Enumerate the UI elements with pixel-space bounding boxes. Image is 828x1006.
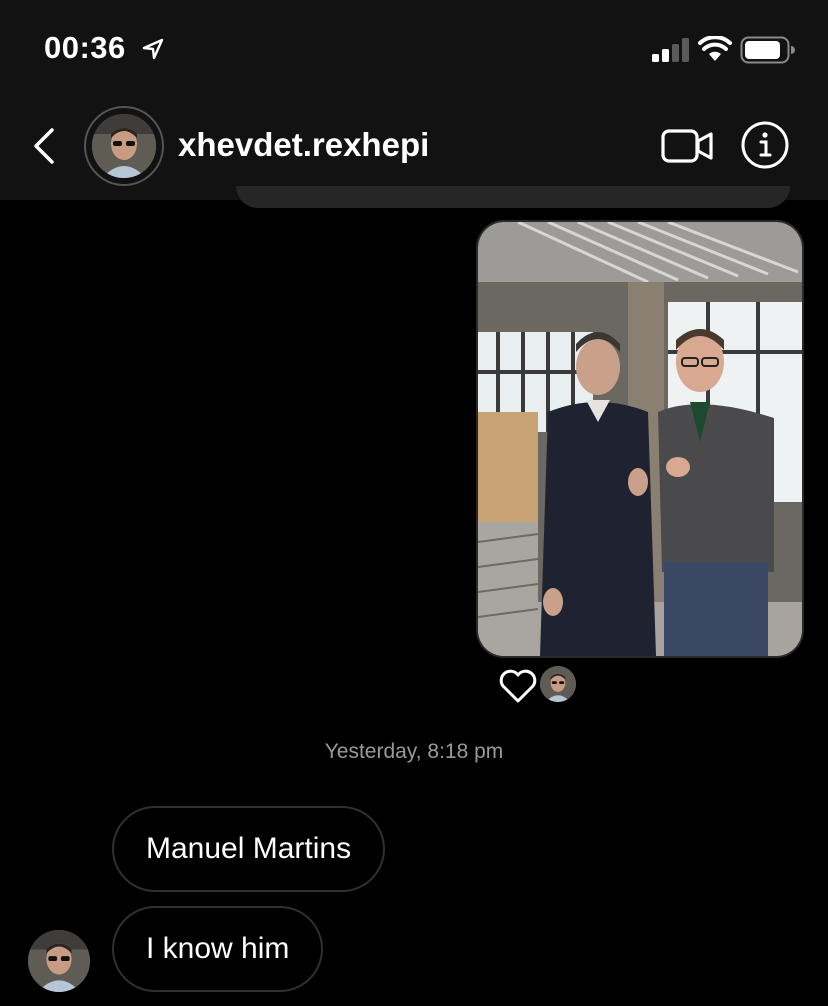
video-call-icon[interactable] [660,126,714,166]
wifi-icon [698,36,732,61]
clock-time: 00:36 [44,30,126,65]
message-text: I know him [146,932,290,965]
status-bar: 00:36 [0,0,828,96]
back-chevron-icon[interactable] [30,124,58,168]
info-icon[interactable] [740,120,790,170]
location-arrow-icon [142,38,164,60]
sender-avatar[interactable] [28,930,90,992]
photo-message[interactable] [476,220,804,658]
received-message-bubble[interactable]: I know him [112,906,324,992]
previous-message-edge [236,186,790,208]
profile-avatar[interactable] [84,106,164,186]
message-text: Manuel Martins [146,832,352,865]
message-timestamp: Yesterday, 8:18 pm [324,740,504,763]
heart-icon[interactable] [498,668,538,704]
reactor-avatar[interactable] [540,666,576,702]
conversation-header: xhevdet.rexhepi [0,96,828,200]
conversation-username[interactable]: xhevdet.rexhepi [178,126,429,164]
received-message-bubble[interactable]: Manuel Martins [112,806,386,892]
cellular-signal-icon [652,38,689,62]
battery-icon [740,36,795,64]
avatar-photo [92,114,156,178]
